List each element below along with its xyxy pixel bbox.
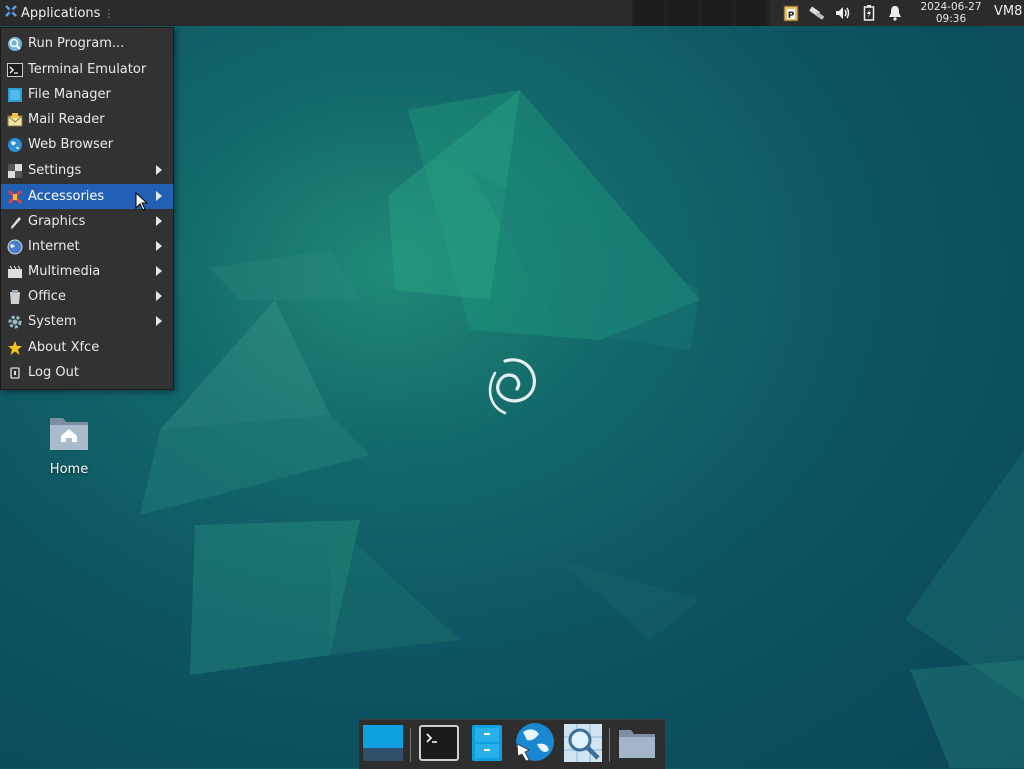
dock-terminal[interactable] [417, 724, 461, 766]
menu-item-system[interactable]: System [1, 309, 173, 334]
multimedia-icon [7, 264, 23, 280]
graphics-icon [7, 214, 23, 230]
dock-web-browser[interactable] [512, 722, 556, 768]
menu-item-settings[interactable]: Settings [1, 158, 173, 183]
bottom-dock [359, 719, 665, 769]
submenu-arrow-icon [156, 291, 162, 301]
dock-separator [609, 728, 610, 762]
menu-item-run-program[interactable]: Run Program... [1, 31, 173, 56]
svg-text:P: P [788, 11, 795, 21]
network-icon[interactable] [804, 0, 830, 26]
menu-item-label: Log Out [28, 365, 79, 380]
home-folder-icon [47, 418, 91, 456]
terminal-icon [7, 62, 23, 78]
office-icon [7, 289, 23, 305]
menu-item-multimedia[interactable]: Multimedia [1, 259, 173, 284]
show-desktop-icon [362, 724, 404, 766]
mail-icon [7, 112, 23, 128]
mouse-pointer-icon [135, 191, 149, 216]
panel-clock[interactable]: 2024-06-27 09:36 [915, 1, 987, 25]
submenu-arrow-icon [156, 241, 162, 251]
web-browser-icon [7, 137, 23, 153]
folder-icon [617, 726, 657, 764]
system-tray: P [778, 0, 908, 26]
desktop-icon-label: Home [49, 462, 89, 477]
menu-item-label: Office [28, 289, 66, 304]
menu-item-label: Internet [28, 239, 80, 254]
menu-item-label: Mail Reader [28, 112, 105, 127]
internet-icon [7, 239, 23, 255]
star-icon [7, 340, 23, 356]
clock-time: 09:36 [935, 13, 967, 25]
applications-label: Applications [21, 5, 101, 21]
menu-item-label: System [28, 314, 77, 329]
dock-separator [410, 728, 411, 762]
volume-icon[interactable] [830, 0, 856, 26]
menu-item-office[interactable]: Office [1, 284, 173, 309]
menu-item-label: Web Browser [28, 137, 114, 152]
debian-swirl-logo [488, 358, 536, 415]
submenu-arrow-icon [156, 165, 162, 175]
log-out-icon [7, 365, 23, 381]
clock-date: 2024-06-27 [920, 1, 982, 13]
menu-item-label: Settings [28, 163, 82, 178]
file-manager-icon [7, 87, 23, 103]
run-program-icon [7, 36, 23, 52]
submenu-arrow-icon [156, 216, 162, 226]
system-icon [7, 314, 23, 330]
menu-item-log-out[interactable]: Log Out [1, 360, 173, 385]
dock-show-desktop[interactable] [361, 724, 405, 766]
menu-item-about-xfce[interactable]: About Xfce [1, 335, 173, 360]
submenu-arrow-icon [156, 191, 162, 201]
desktop-home-icon[interactable]: Home [40, 412, 98, 477]
dock-file-manager[interactable] [465, 724, 509, 766]
terminal-icon [419, 725, 459, 765]
app-finder-icon [563, 723, 603, 767]
submenu-arrow-icon [156, 266, 162, 276]
dock-app-finder[interactable] [561, 724, 605, 766]
web-browser-icon [513, 722, 555, 768]
workspace-switcher[interactable] [632, 0, 770, 26]
settings-icon [7, 163, 23, 179]
user-menu[interactable]: VM8 [994, 4, 1022, 19]
menu-item-internet[interactable]: Internet [1, 234, 173, 259]
menu-item-label: Run Program... [28, 36, 125, 51]
menu-item-terminal-emulator[interactable]: Terminal Emulator [1, 57, 173, 82]
panel-separator: ⋮ [103, 6, 115, 20]
clipboard-manager-icon[interactable]: P [778, 0, 804, 26]
menu-item-label: Graphics [28, 214, 86, 229]
menu-item-file-manager[interactable]: File Manager [1, 82, 173, 107]
notification-bell-icon[interactable] [882, 0, 908, 26]
xfce-logo-icon [4, 4, 18, 22]
menu-item-mail-reader[interactable]: Mail Reader [1, 107, 173, 132]
top-panel: Applications ⋮ P 2024-06-27 09:36 VM8 [0, 0, 1024, 26]
accessories-icon [7, 189, 23, 205]
dock-folder[interactable] [615, 724, 659, 766]
applications-menu-button[interactable]: Applications ⋮ [0, 0, 118, 26]
menu-item-label: Accessories [28, 189, 105, 204]
submenu-arrow-icon [156, 316, 162, 326]
menu-item-label: Terminal Emulator [28, 62, 147, 77]
menu-item-label: Multimedia [28, 264, 101, 279]
battery-icon[interactable] [856, 0, 882, 26]
menu-item-label: File Manager [28, 87, 111, 102]
menu-item-label: About Xfce [28, 340, 100, 355]
menu-item-web-browser[interactable]: Web Browser [1, 132, 173, 157]
file-manager-icon [471, 724, 503, 766]
